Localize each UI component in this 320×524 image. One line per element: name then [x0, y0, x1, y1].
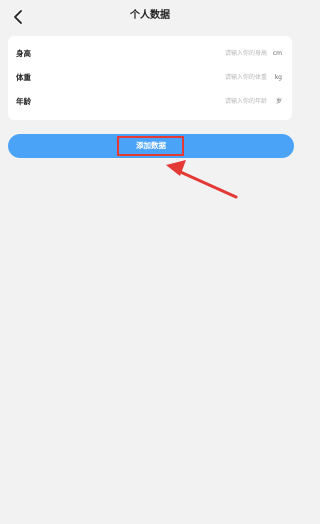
- age-label: 年龄: [16, 97, 31, 106]
- age-input[interactable]: 请输入你的年龄: [177, 96, 267, 108]
- page-title: 个人数据: [130, 10, 170, 21]
- weight-row: 体重 请输入你的体重 kg: [8, 68, 292, 88]
- top-bar: 个人数据: [0, 0, 300, 34]
- highlight-box: [117, 136, 184, 156]
- personal-data-form: 身高 请输入你的身高 cm 体重 请输入你的体重 kg 年龄 请输入你的年龄 岁: [8, 36, 292, 120]
- weight-label: 体重: [16, 73, 31, 82]
- age-row: 年龄 请输入你的年龄 岁: [8, 92, 292, 112]
- weight-unit: kg: [274, 74, 282, 81]
- age-unit: 岁: [275, 98, 282, 105]
- weight-input[interactable]: 请输入你的体重: [177, 72, 267, 84]
- height-row: 身高 请输入你的身高 cm: [8, 44, 292, 64]
- height-unit: cm: [272, 50, 282, 57]
- height-label: 身高: [16, 49, 31, 58]
- height-input[interactable]: 请输入你的身高: [177, 48, 267, 60]
